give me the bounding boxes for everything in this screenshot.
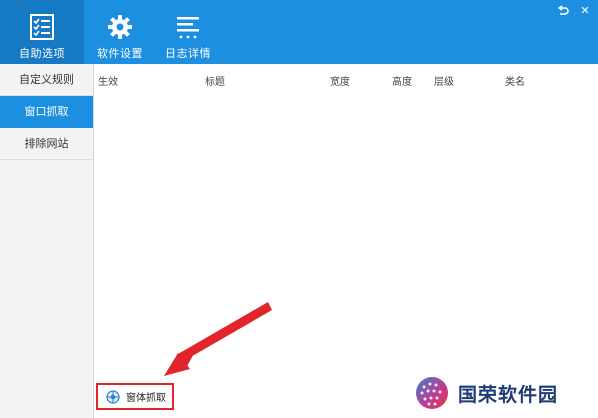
window-capture-label: 窗体抓取 [126, 393, 166, 404]
globe-logo-icon [414, 375, 450, 411]
annotation-arrow [164, 302, 272, 376]
capture-target-icon [106, 389, 120, 404]
window-capture-button[interactable]: 窗体抓取 [96, 383, 174, 410]
watermark: 国荣软件园 [400, 368, 598, 418]
watermark-text: 国荣软件园 [458, 383, 559, 406]
